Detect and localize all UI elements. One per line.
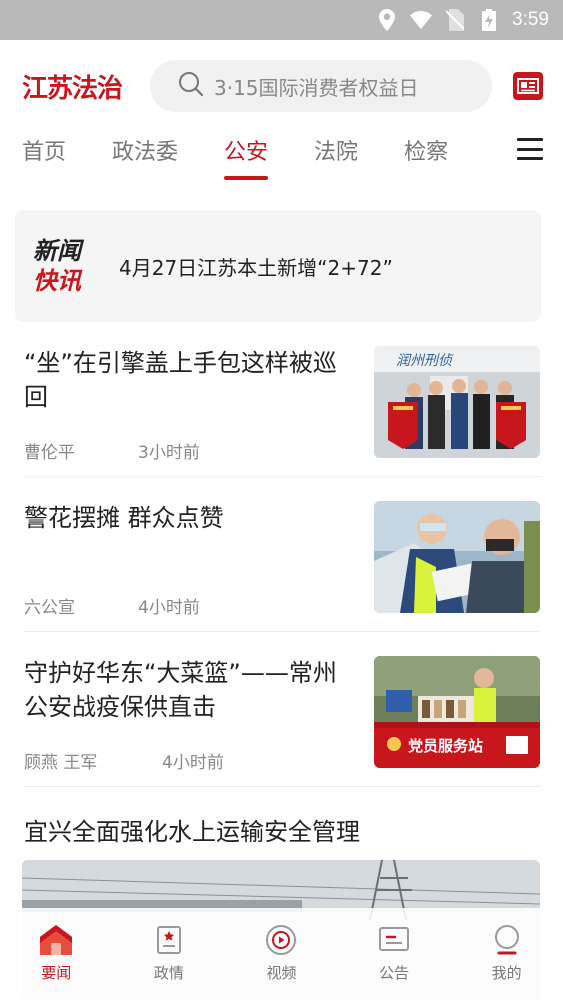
video-play-icon <box>265 924 297 956</box>
app-logo: 江苏法治 <box>22 73 123 104</box>
news-thumbnail: 润州刑侦 <box>374 346 540 458</box>
channel-tabs: 首页 政法委 公安 法院 检察 <box>0 132 563 188</box>
battery-charging-icon <box>478 9 500 31</box>
no-sim-icon <box>444 9 466 31</box>
nav-label: 我的 <box>491 964 522 982</box>
news-item[interactable]: 警花摆摊 群众点赞 六公宣 4小时前 <box>24 501 540 618</box>
location-icon <box>376 9 398 31</box>
home-icon <box>40 924 73 956</box>
channel-menu-icon[interactable] <box>517 138 543 160</box>
nav-politics[interactable]: 政情 <box>113 908 226 1000</box>
nav-label: 公告 <box>379 964 410 982</box>
news-meta: 六公宣 4小时前 <box>24 593 200 618</box>
tab-police[interactable]: 公安 <box>224 132 269 180</box>
news-author: 六公宣 <box>24 598 75 618</box>
news-flash-logo: 新闻 快讯 <box>33 236 99 296</box>
app-header: 江苏法治 3·15国际消费者权益日 <box>0 40 563 132</box>
divider <box>24 631 540 632</box>
flash-logo-line2: 快讯 <box>33 266 81 295</box>
nav-profile[interactable]: 我的 <box>450 908 563 1000</box>
tab-home[interactable]: 首页 <box>22 132 66 166</box>
nav-news[interactable]: 要闻 <box>0 908 113 1000</box>
news-item[interactable]: 守护好华东“大菜篮”——常州公安战疫保供直击 顾燕 王军 4小时前 党员服务站 <box>24 656 540 773</box>
divider <box>24 786 540 787</box>
profile-icon <box>491 924 523 956</box>
nav-notice[interactable]: 公告 <box>338 908 451 1000</box>
news-time: 3小时前 <box>138 443 200 463</box>
news-thumbnail: 党员服务站 <box>374 656 540 768</box>
newspaper-icon[interactable] <box>513 72 543 100</box>
news-title: “坐”在引擎盖上手包这样被巡回 <box>24 349 337 411</box>
news-thumbnail <box>374 501 540 613</box>
banner-text: 润州刑侦 <box>396 353 454 369</box>
tab-procuratorate[interactable]: 检察 <box>404 132 448 166</box>
search-placeholder: 3·15国际消费者权益日 <box>214 75 419 100</box>
wifi-icon <box>410 9 433 31</box>
news-title: 警花摆摊 群众点赞 <box>24 504 224 532</box>
tab-politics-law[interactable]: 政法委 <box>112 132 178 166</box>
status-bar: 3:59 <box>0 0 563 40</box>
search-bar[interactable]: 3·15国际消费者权益日 <box>150 60 492 112</box>
news-flash-text: 4月27日江苏本土新增“2+72” <box>119 255 393 280</box>
nav-label: 政情 <box>153 964 184 982</box>
news-author: 曹伦平 <box>24 443 75 463</box>
news-flash-banner[interactable]: 新闻 快讯 4月27日江苏本土新增“2+72” <box>15 210 541 322</box>
news-author: 顾燕 王军 <box>24 753 98 773</box>
featured-news-title[interactable]: 宜兴全面强化水上运输安全管理 <box>24 812 360 847</box>
notice-icon <box>378 924 410 956</box>
news-time: 4小时前 <box>162 753 224 773</box>
bottom-nav: 要闻 政情 视频 公告 我的 <box>0 908 563 1000</box>
divider <box>24 476 540 477</box>
flash-logo-line1: 新闻 <box>33 236 81 265</box>
news-meta: 顾燕 王军 4小时前 <box>24 748 224 773</box>
news-meta: 曹伦平 3小时前 <box>24 438 200 463</box>
nav-video[interactable]: 视频 <box>225 908 338 1000</box>
booth-banner-text: 党员服务站 <box>408 737 483 755</box>
search-icon <box>178 71 204 101</box>
news-title: 守护好华东“大菜篮”——常州公安战疫保供直击 <box>24 659 337 721</box>
news-item[interactable]: “坐”在引擎盖上手包这样被巡回 曹伦平 3小时前 润州刑侦 <box>24 346 540 463</box>
nav-label: 视频 <box>266 964 297 982</box>
bookmark-doc-icon <box>153 924 185 956</box>
nav-label: 要闻 <box>41 964 72 982</box>
news-time: 4小时前 <box>138 598 200 618</box>
status-time: 3:59 <box>512 9 549 30</box>
tab-court[interactable]: 法院 <box>314 132 358 166</box>
